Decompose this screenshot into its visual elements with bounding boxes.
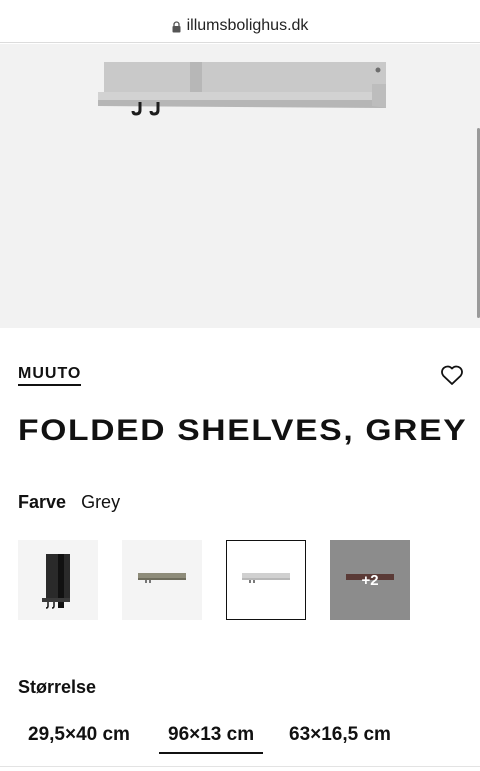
- swatch-grey[interactable]: [226, 540, 306, 620]
- shelf-illustration: [98, 62, 386, 116]
- brand-link[interactable]: MUUTO: [18, 365, 82, 386]
- more-swatches-count: +2: [361, 571, 379, 589]
- size-option-63x16[interactable]: 63×16,5 cm: [289, 724, 391, 752]
- browser-url-bar[interactable]: illumsbolighus.dk: [0, 10, 480, 43]
- status-bar: [0, 0, 480, 4]
- swatch-green[interactable]: [122, 540, 202, 620]
- color-label: Farve: [18, 492, 67, 512]
- divider: [0, 766, 480, 767]
- heart-icon[interactable]: [440, 364, 464, 386]
- size-option-29x40[interactable]: 29,5×40 cm: [28, 724, 130, 752]
- lock-icon: [172, 21, 181, 33]
- black-shelf-thumbnail: [42, 554, 70, 609]
- swatch-black[interactable]: [18, 540, 98, 620]
- color-value: Grey: [81, 492, 121, 512]
- green-shelf-thumbnail: [138, 573, 186, 583]
- swatch-more[interactable]: +2: [330, 540, 410, 620]
- product-title: FOLDED SHELVES, GREY: [18, 414, 468, 447]
- color-selector-label: Farve Grey: [18, 492, 120, 513]
- product-image[interactable]: [0, 44, 480, 328]
- size-label: Størrelse: [18, 677, 97, 697]
- size-option-96x13[interactable]: 96×13 cm: [159, 724, 264, 754]
- url-text: illumsbolighus.dk: [186, 17, 309, 34]
- grey-shelf-thumbnail: [242, 573, 290, 583]
